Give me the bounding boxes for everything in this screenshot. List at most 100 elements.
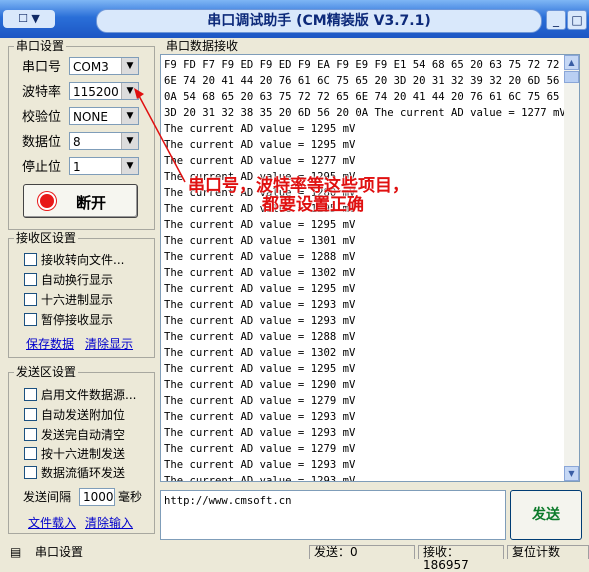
minimize-button[interactable]: _ [546, 10, 566, 30]
receive-line: The current AD value = 1293 mV [164, 427, 356, 439]
receive-line: The current AD value = 1295 mV [164, 283, 356, 295]
baud-label: 波特率 [22, 85, 62, 100]
loop-send-checkbox[interactable]: 数据流循环发送 [24, 464, 125, 481]
parity-select[interactable]: NONE ▼ [69, 107, 139, 125]
port-select[interactable]: COM3 ▼ [69, 57, 139, 75]
window-title: 串口调试助手 (CM精装版 V3.7.1) [207, 13, 431, 29]
clear-display-link[interactable]: 清除显示 [85, 335, 133, 352]
checkbox-label: 自动换行显示 [41, 273, 114, 287]
checkbox-box[interactable] [24, 408, 37, 421]
receive-line: The current AD value = 1302 mV [164, 347, 356, 359]
annotation-line-2: 都要设置正确 [262, 195, 364, 215]
receive-line: The current AD value = 1293 mV [164, 475, 356, 482]
interval-label: 发送间隔 [23, 490, 72, 504]
databits-select[interactable]: 8 ▼ [69, 132, 139, 150]
checkbox-label: 发送完自动清空 [41, 428, 126, 442]
parity-label: 校验位 [22, 110, 62, 125]
checkbox-label: 启用文件数据源... [41, 388, 137, 402]
maximize-button[interactable]: □ [567, 10, 587, 30]
receive-line: 6E 74 20 41 44 20 76 61 6C 75 65 20 3D 2… [164, 75, 579, 87]
chevron-down-icon[interactable]: ▼ [121, 58, 138, 74]
clear-input-link[interactable]: 清除输入 [85, 514, 133, 531]
databits-label: 数据位 [22, 135, 62, 150]
checkbox-label: 按十六进制发送 [41, 447, 126, 461]
databits-value: 8 [73, 135, 81, 149]
scroll-up-icon[interactable]: ▲ [564, 55, 579, 70]
checkbox-box[interactable] [24, 388, 37, 401]
vertical-scrollbar[interactable]: ▲ ▼ [564, 55, 579, 481]
checkbox-label: 接收转向文件... [41, 253, 125, 267]
checkbox-box[interactable] [24, 253, 37, 266]
receive-line: 0A 54 68 65 20 63 75 72 72 65 6E 74 20 4… [164, 91, 579, 103]
receive-line: The current AD value = 1295 mV [164, 203, 356, 215]
interval-unit: 毫秒 [118, 490, 143, 504]
receive-line: The current AD value = 1293 mV [164, 459, 356, 471]
parity-value: NONE [73, 110, 108, 124]
annotation-arrow [134, 88, 186, 183]
receive-line: The current AD value = 1295 mV [164, 219, 356, 231]
receive-line: The current AD value = 1293 mV [164, 299, 356, 311]
send-input[interactable]: http://www.cmsoft.cn [160, 490, 506, 540]
receive-settings-label: 接收区设置 [14, 231, 79, 245]
system-menu-icon[interactable]: ☐ ▼ [3, 10, 55, 28]
status-lamp-icon [40, 194, 54, 208]
checkbox-box[interactable] [24, 466, 37, 479]
save-data-link[interactable]: 保存数据 [26, 335, 74, 352]
send-settings-label: 发送区设置 [14, 365, 79, 379]
checkbox-label: 十六进制显示 [41, 293, 114, 307]
status-port: 串口设置 [35, 545, 84, 559]
recv-count: 接收：186957 [418, 545, 504, 572]
scroll-thumb[interactable] [564, 71, 579, 83]
checkbox-box[interactable] [24, 428, 37, 441]
title-bar: ☐ ▼ 串口调试助手 (CM精装版 V3.7.1) _ □ [0, 0, 589, 38]
receive-line: The current AD value = 1288 mV [164, 331, 356, 343]
send-count: 发送：0 [309, 545, 415, 559]
serial-settings-label: 串口设置 [14, 39, 67, 53]
stopbits-label: 停止位 [22, 160, 62, 175]
receive-to-file-checkbox[interactable]: 接收转向文件... [24, 251, 124, 268]
receive-line: The current AD value = 1279 mV [164, 443, 356, 455]
receive-text: F9 FD F7 F9 ED F9 ED F9 EA F9 E9 F9 E1 5… [164, 57, 579, 482]
stopbits-select[interactable]: 1 ▼ [69, 157, 139, 175]
receive-line: The current AD value = 1302 mV [164, 267, 356, 279]
load-file-link[interactable]: 文件载入 [28, 514, 76, 531]
port-value: COM3 [73, 60, 109, 74]
hex-send-checkbox[interactable]: 按十六进制发送 [24, 445, 125, 462]
receive-line: The current AD value = 1295 mV [164, 123, 356, 135]
status-port-icon: ▤ [10, 545, 22, 559]
checkbox-box[interactable] [24, 273, 37, 286]
checkbox-box[interactable] [24, 447, 37, 460]
receive-line: 3D 20 31 32 38 35 20 6D 56 20 0A The cur… [164, 107, 566, 119]
receive-line: The current AD value = 1279 mV [164, 395, 356, 407]
interval-input[interactable]: 1000 [79, 488, 115, 506]
append-bit-checkbox[interactable]: 自动发送附加位 [24, 406, 125, 423]
baud-select[interactable]: 115200 ▼ [69, 82, 139, 100]
checkbox-label: 自动发送附加位 [41, 408, 126, 422]
disconnect-button[interactable]: 断开 [23, 184, 138, 218]
auto-clear-checkbox[interactable]: 发送完自动清空 [24, 426, 125, 443]
disconnect-button-label: 断开 [76, 194, 107, 212]
receive-line: The current AD value = 1290 mV [164, 379, 356, 391]
checkbox-box[interactable] [24, 293, 37, 306]
receive-textarea[interactable]: F9 FD F7 F9 ED F9 ED F9 EA F9 E9 F9 E1 5… [160, 54, 580, 482]
receive-area-label: 串口数据接收 [164, 39, 241, 53]
send-button[interactable]: 发送 [510, 490, 582, 540]
checkbox-box[interactable] [24, 313, 37, 326]
receive-line: The current AD value = 1277 mV [164, 155, 356, 167]
receive-line: The current AD value = 1295 mV [164, 139, 356, 151]
checkbox-label: 数据流循环发送 [41, 466, 126, 480]
file-source-checkbox[interactable]: 启用文件数据源... [24, 386, 136, 403]
auto-wrap-checkbox[interactable]: 自动换行显示 [24, 271, 113, 288]
scroll-down-icon[interactable]: ▼ [564, 466, 579, 481]
baud-value: 115200 [73, 85, 119, 99]
hex-display-checkbox[interactable]: 十六进制显示 [24, 291, 113, 308]
receive-line: The current AD value = 1293 mV [164, 315, 356, 327]
reset-count-button[interactable]: 复位计数 [507, 545, 589, 559]
pause-receive-checkbox[interactable]: 暂停接收显示 [24, 311, 113, 328]
title-pill: 串口调试助手 (CM精装版 V3.7.1) [96, 9, 542, 33]
checkbox-label: 暂停接收显示 [41, 313, 114, 327]
receive-line: F9 FD F7 F9 ED F9 ED F9 EA F9 E9 F9 E1 5… [164, 59, 579, 71]
receive-line: The current AD value = 1301 mV [164, 235, 356, 247]
receive-line: The current AD value = 1288 mV [164, 251, 356, 263]
port-label: 串口号 [22, 60, 62, 75]
